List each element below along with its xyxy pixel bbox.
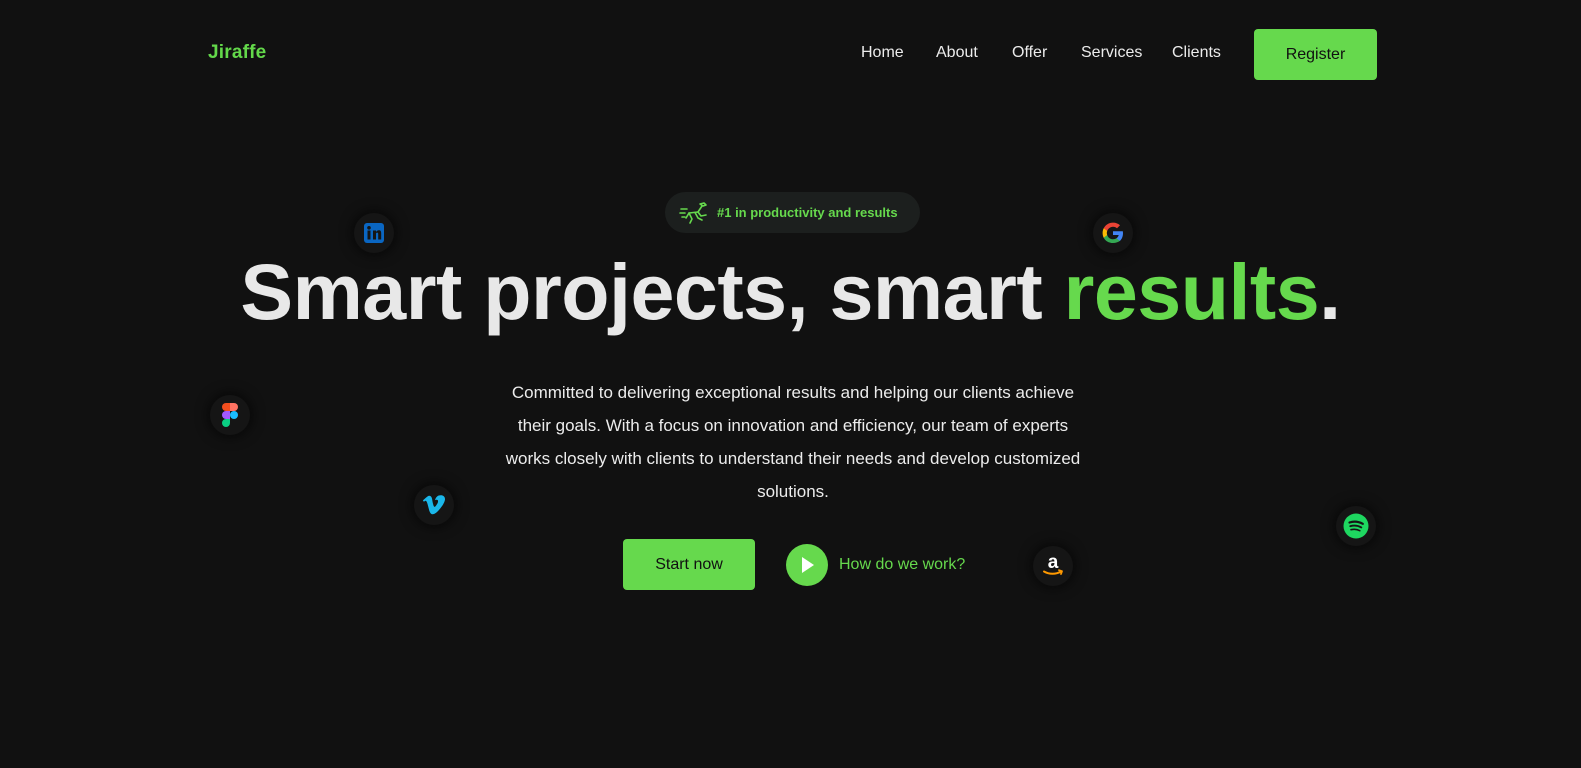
hero-description: Committed to delivering exceptional resu… — [505, 383, 1081, 501]
nav-link-about[interactable]: About — [936, 44, 978, 62]
hero-headline: Smart projects, smart results. — [0, 244, 1581, 340]
vimeo-icon — [414, 485, 454, 525]
svg-text:a: a — [1048, 553, 1059, 573]
landing-page: Jiraffe Home About Offer Services Client… — [0, 0, 1581, 768]
headline-period: . — [1319, 247, 1341, 336]
running-giraffe-icon — [679, 201, 711, 225]
play-icon[interactable] — [786, 544, 828, 586]
how-we-work-label[interactable]: How do we work? — [839, 556, 965, 574]
nav-link-clients[interactable]: Clients — [1172, 44, 1221, 62]
nav-link-offer[interactable]: Offer — [1012, 44, 1047, 62]
headline-main: Smart projects, smart — [240, 247, 1064, 336]
linkedin-icon — [354, 213, 394, 253]
nav-link-services[interactable]: Services — [1081, 44, 1142, 62]
how-we-work-link[interactable]: How do we work? — [786, 544, 965, 586]
nav-link-home[interactable]: Home — [861, 44, 904, 62]
figma-icon — [210, 395, 250, 435]
google-icon — [1093, 213, 1133, 253]
spotify-icon — [1336, 506, 1376, 546]
headline-accent: results — [1063, 247, 1320, 336]
hero-badge: #1 in productivity and results — [665, 192, 920, 233]
amazon-icon: a — [1033, 546, 1073, 586]
badge-text: #1 in productivity and results — [717, 205, 898, 220]
register-button[interactable]: Register — [1254, 29, 1377, 80]
start-now-button[interactable]: Start now — [623, 539, 755, 590]
